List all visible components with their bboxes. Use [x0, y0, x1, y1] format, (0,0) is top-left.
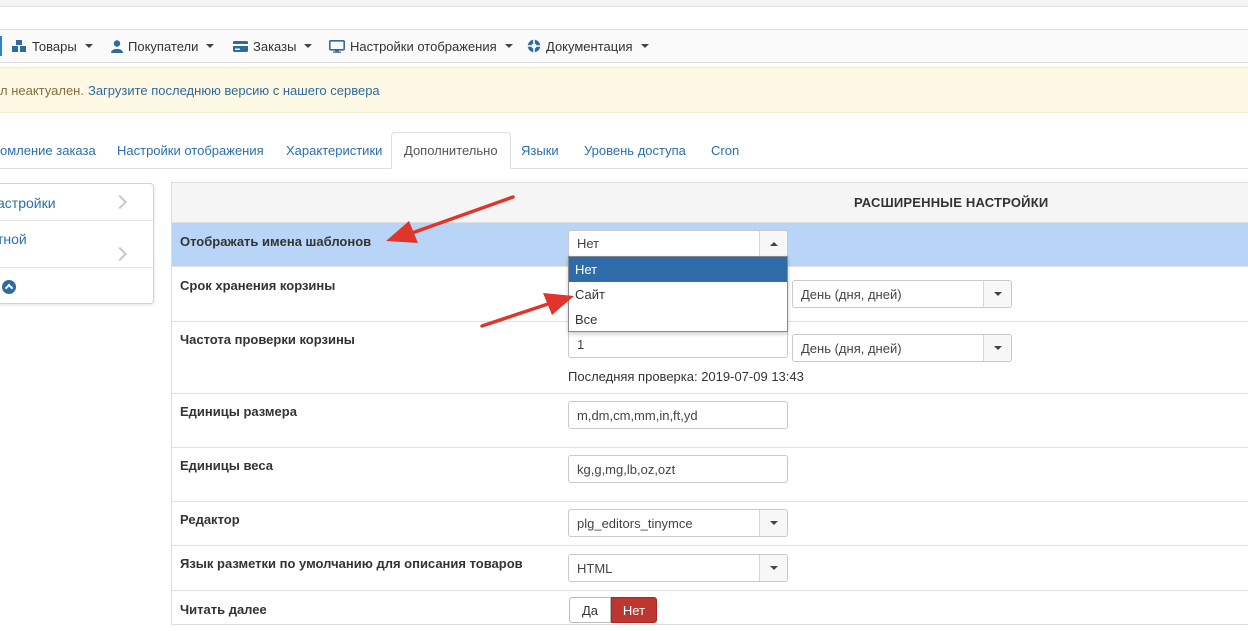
- template-names-dropdown: Нет Сайт Все: [568, 256, 788, 332]
- menu-display-settings-label: Настройки отображения: [350, 38, 497, 54]
- chevron-down-icon[interactable]: [983, 335, 1011, 361]
- select-value: День (дня, дней): [801, 286, 902, 302]
- chevron-down-icon: [304, 44, 313, 48]
- row-label: Единицы веса: [180, 458, 273, 473]
- menu-display-settings[interactable]: Настройки отображения: [329, 30, 513, 62]
- cart-check-unit-select[interactable]: День (дня, дней): [792, 334, 1012, 362]
- chevron-down-icon[interactable]: [759, 555, 787, 581]
- select-value: plg_editors_tinymce: [577, 515, 693, 531]
- chevron-down-icon[interactable]: [759, 510, 787, 536]
- row-label: Частота проверки корзины: [180, 332, 355, 347]
- select-value: День (дня, дней): [801, 340, 902, 356]
- chevron-up-icon[interactable]: [759, 231, 787, 257]
- sidebar-item-other[interactable]: тной: [0, 221, 153, 268]
- markup-language-select[interactable]: HTML: [568, 554, 788, 582]
- settings-title: РАСШИРЕННЫЕ НАСТРОЙКИ: [854, 195, 1049, 210]
- alert-download-link[interactable]: Загрузите последнюю версию с нашего серв…: [88, 83, 380, 98]
- chevron-right-icon: [112, 194, 128, 210]
- row-label: Читать далее: [180, 602, 267, 617]
- chevron-down-icon: [84, 44, 93, 48]
- lifebuoy-icon: [527, 39, 541, 53]
- option-all[interactable]: Все: [569, 307, 787, 332]
- sidebar-item-settings[interactable]: астройки: [0, 184, 153, 221]
- input-value: kg,g,mg,lb,oz,ozt: [577, 461, 676, 477]
- cubes-icon: [12, 39, 27, 53]
- select-value: Нет: [577, 236, 600, 251]
- last-check-note: Последняя проверка: 2019-07-09 13:43: [568, 369, 804, 384]
- menu-documentation-label: Документация: [546, 38, 633, 54]
- chevron-down-icon: [206, 44, 215, 48]
- menu-orders[interactable]: Заказы: [233, 30, 313, 62]
- tab-access-level[interactable]: Уровень доступа: [584, 132, 686, 168]
- row-label: Язык разметки по умолчанию для описания …: [180, 556, 523, 571]
- chevron-down-icon[interactable]: [983, 281, 1011, 307]
- user-icon: [111, 39, 123, 53]
- menu-customers-label: Покупатели: [128, 38, 199, 54]
- option-site[interactable]: Сайт: [569, 282, 787, 307]
- credit-card-icon: [233, 40, 248, 52]
- size-units-input[interactable]: m,dm,cm,mm,in,ft,yd: [568, 401, 788, 429]
- template-names-select[interactable]: Нет: [568, 230, 788, 257]
- monitor-icon: [329, 39, 345, 53]
- input-value: m,dm,cm,mm,in,ft,yd: [577, 407, 698, 423]
- weight-units-input[interactable]: kg,g,mg,lb,oz,ozt: [568, 455, 788, 483]
- tab-cron[interactable]: Cron: [711, 132, 739, 168]
- sidebar-item-label: астройки: [0, 195, 56, 211]
- tab-additional[interactable]: Дополнительно: [391, 132, 511, 169]
- settings-tabs: омление заказа Настройки отображения Хар…: [0, 132, 1248, 169]
- row-label: Отображать имена шаблонов: [180, 234, 372, 249]
- chevron-down-icon: [504, 44, 513, 48]
- menu-customers[interactable]: Покупатели: [111, 30, 215, 62]
- option-no[interactable]: Нет: [569, 257, 787, 282]
- update-alert: л неактуален. Загрузите последнюю версию…: [0, 67, 1248, 113]
- top-strip: [0, 0, 1248, 7]
- tab-order-design[interactable]: омление заказа: [0, 132, 96, 168]
- read-more-yes-button[interactable]: Да: [569, 597, 611, 623]
- menu-orders-label: Заказы: [253, 38, 297, 54]
- read-more-toggle: Да Нет: [569, 597, 657, 623]
- row-label: Единицы размера: [180, 404, 297, 419]
- row-label: Срок хранения корзины: [180, 278, 336, 293]
- menu-products-label: Товары: [32, 38, 77, 54]
- editor-select[interactable]: plg_editors_tinymce: [568, 509, 788, 537]
- row-read-more: Читать далее Да Нет: [172, 591, 1248, 631]
- tab-characteristics[interactable]: Характеристики: [286, 132, 382, 168]
- select-value: HTML: [577, 560, 613, 576]
- main-menu-bar: Товары Покупатели Заказы Настройки отобр…: [0, 29, 1248, 63]
- settings-header: РАСШИРЕННЫЕ НАСТРОЙКИ: [172, 183, 1248, 223]
- menu-left-marker: [0, 36, 2, 56]
- scroll-up-icon[interactable]: [2, 280, 16, 294]
- input-value: 1: [577, 336, 585, 352]
- chevron-down-icon: [640, 44, 649, 48]
- tab-languages[interactable]: Языки: [521, 132, 559, 168]
- alert-text: л неактуален.: [0, 82, 84, 98]
- row-label: Редактор: [180, 512, 240, 527]
- chevron-right-icon: [112, 246, 128, 262]
- read-more-no-button[interactable]: Нет: [611, 597, 657, 623]
- cart-check-input[interactable]: 1: [568, 330, 788, 358]
- sidebar-nav: астройки тной: [0, 183, 154, 304]
- menu-products[interactable]: Товары: [12, 30, 93, 62]
- cart-storage-unit-select[interactable]: День (дня, дней): [792, 280, 1012, 308]
- tab-display-settings[interactable]: Настройки отображения: [117, 132, 264, 168]
- menu-documentation[interactable]: Документация: [527, 30, 649, 62]
- sidebar-item-label: тной: [0, 231, 27, 247]
